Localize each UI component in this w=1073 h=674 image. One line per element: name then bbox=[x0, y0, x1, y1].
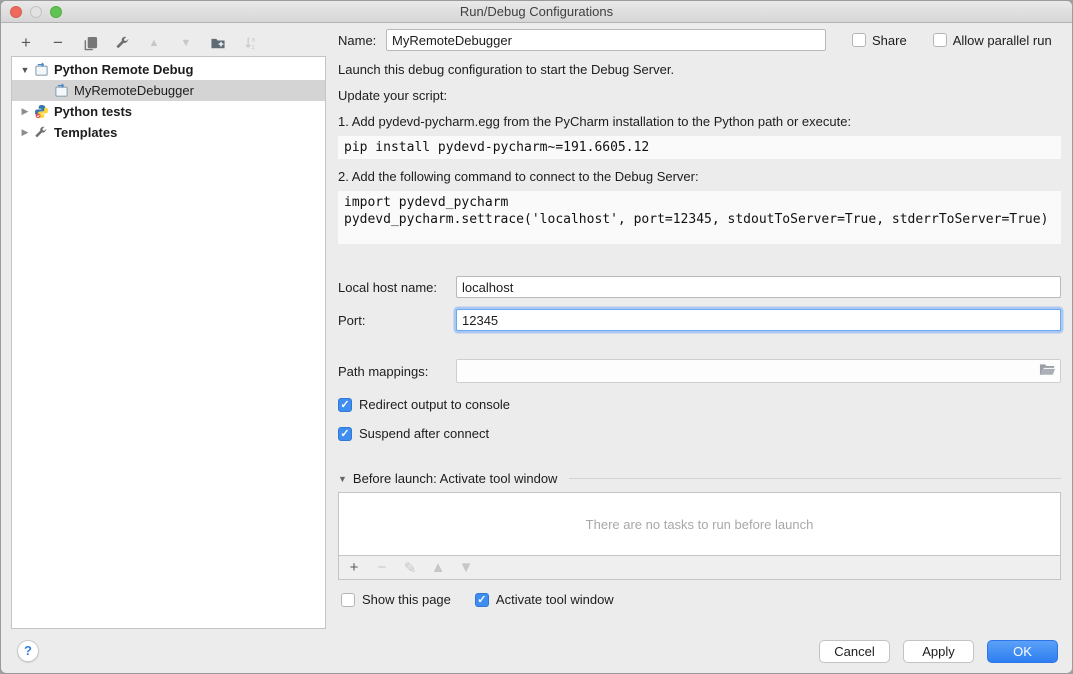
sort-az-icon: az bbox=[243, 35, 258, 51]
python-tests-icon bbox=[34, 104, 50, 120]
edit-templates-button[interactable] bbox=[111, 32, 133, 54]
local-host-name-input[interactable] bbox=[456, 276, 1061, 298]
expand-arrow-icon[interactable]: ▼ bbox=[18, 65, 32, 75]
close-window-button[interactable] bbox=[10, 6, 22, 18]
suspend-after-connect-label: Suspend after connect bbox=[359, 426, 489, 441]
show-this-page-checkbox[interactable]: ✓ bbox=[341, 593, 355, 607]
wrench-icon bbox=[115, 36, 130, 51]
name-label: Name: bbox=[338, 33, 386, 48]
name-input[interactable] bbox=[386, 29, 826, 51]
path-mappings-input[interactable] bbox=[456, 359, 1061, 383]
window-title: Run/Debug Configurations bbox=[1, 1, 1072, 23]
instruction-step2: 2. Add the following command to connect … bbox=[338, 168, 1061, 185]
window-controls bbox=[10, 6, 62, 18]
add-configuration-button[interactable]: + bbox=[15, 32, 37, 54]
redirect-output-label: Redirect output to console bbox=[359, 397, 510, 412]
pip-install-code: pip install pydevd-pycharm~=191.6605.12 bbox=[338, 136, 1061, 159]
suspend-after-connect-checkbox[interactable]: ✓ bbox=[338, 427, 352, 441]
configuration-form: Name: ✓ Share ✓ Allow parallel run Launc… bbox=[338, 29, 1061, 607]
before-launch-title: Before launch: Activate tool window bbox=[353, 471, 558, 486]
path-mappings-label: Path mappings: bbox=[338, 364, 456, 379]
task-list-toolbar: + − ✎ ▲ ▼ bbox=[338, 556, 1061, 580]
copy-configuration-button[interactable] bbox=[79, 32, 101, 54]
tree-item-label: Templates bbox=[54, 125, 117, 140]
share-label: Share bbox=[872, 33, 907, 48]
add-task-button[interactable]: + bbox=[347, 558, 361, 578]
cancel-button[interactable]: Cancel bbox=[819, 640, 890, 663]
tree-item-label: MyRemoteDebugger bbox=[74, 83, 194, 98]
suspend-after-connect-option[interactable]: ✓ Suspend after connect bbox=[338, 426, 1061, 441]
move-task-down-button[interactable]: ▼ bbox=[459, 558, 473, 578]
activate-tool-window-label: Activate tool window bbox=[496, 592, 614, 607]
before-launch-task-list[interactable]: There are no tasks to run before launch bbox=[338, 492, 1061, 556]
svg-text:a: a bbox=[251, 37, 255, 44]
remove-configuration-button[interactable]: − bbox=[47, 32, 69, 54]
remote-debug-config-icon bbox=[34, 62, 50, 78]
redirect-output-checkbox[interactable]: ✓ bbox=[338, 398, 352, 412]
run-debug-configurations-dialog: Run/Debug Configurations + − ▲ ▼ az ▼ Py… bbox=[0, 0, 1073, 674]
configurations-tree: ▼ Python Remote Debug MyRemoteDebugger ▶… bbox=[11, 56, 326, 629]
remove-task-button[interactable]: − bbox=[375, 558, 389, 578]
instruction-intro: Launch this debug configuration to start… bbox=[338, 61, 1061, 78]
share-option[interactable]: ✓ Share bbox=[852, 33, 907, 48]
move-task-up-button[interactable]: ▲ bbox=[431, 558, 445, 578]
allow-parallel-run-checkbox[interactable]: ✓ bbox=[933, 33, 947, 47]
instruction-update: Update your script: bbox=[338, 87, 1061, 104]
empty-tasks-text: There are no tasks to run before launch bbox=[586, 517, 814, 532]
port-label: Port: bbox=[338, 313, 456, 328]
sort-configurations-button[interactable]: az bbox=[239, 32, 261, 54]
configurations-toolbar: + − ▲ ▼ az bbox=[15, 31, 261, 55]
section-divider bbox=[569, 478, 1061, 479]
tree-item-python-tests[interactable]: ▶ Python tests bbox=[12, 101, 325, 122]
port-input[interactable] bbox=[456, 309, 1061, 331]
title-bar: Run/Debug Configurations bbox=[1, 1, 1072, 23]
ok-button[interactable]: OK bbox=[987, 640, 1058, 663]
tree-item-templates[interactable]: ▶ Templates bbox=[12, 122, 325, 143]
copy-icon bbox=[83, 36, 98, 51]
collapse-arrow-icon[interactable]: ▼ bbox=[338, 474, 347, 484]
instruction-step1: 1. Add pydevd-pycharm.egg from the PyCha… bbox=[338, 113, 1061, 130]
expand-arrow-icon[interactable]: ▶ bbox=[18, 106, 32, 117]
minimize-window-button[interactable] bbox=[30, 6, 42, 18]
apply-button[interactable]: Apply bbox=[903, 640, 974, 663]
before-launch-section-header[interactable]: ▼ Before launch: Activate tool window bbox=[338, 471, 1061, 486]
new-folder-button[interactable] bbox=[207, 32, 229, 54]
help-button[interactable]: ? bbox=[17, 640, 39, 662]
open-folder-icon[interactable] bbox=[1039, 363, 1056, 380]
show-this-page-label: Show this page bbox=[362, 592, 451, 607]
new-folder-icon bbox=[210, 36, 226, 51]
tree-item-myremotedebugger[interactable]: MyRemoteDebugger bbox=[12, 80, 325, 101]
move-down-button[interactable]: ▼ bbox=[175, 32, 197, 54]
local-host-name-label: Local host name: bbox=[338, 280, 456, 295]
move-up-button[interactable]: ▲ bbox=[143, 32, 165, 54]
svg-text:z: z bbox=[251, 44, 254, 51]
dialog-buttons: Cancel Apply OK bbox=[819, 640, 1058, 663]
tree-item-label: Python tests bbox=[54, 104, 132, 119]
edit-task-button[interactable]: ✎ bbox=[403, 558, 417, 578]
zoom-window-button[interactable] bbox=[50, 6, 62, 18]
remote-debug-config-icon bbox=[54, 83, 70, 99]
allow-parallel-run-label: Allow parallel run bbox=[953, 33, 1052, 48]
expand-arrow-icon[interactable]: ▶ bbox=[18, 127, 32, 138]
redirect-output-option[interactable]: ✓ Redirect output to console bbox=[338, 397, 1061, 412]
activate-tool-window-checkbox[interactable]: ✓ bbox=[475, 593, 489, 607]
share-checkbox[interactable]: ✓ bbox=[852, 33, 866, 47]
tree-item-python-remote-debug[interactable]: ▼ Python Remote Debug bbox=[12, 59, 325, 80]
settrace-code: import pydevd_pycharm pydevd_pycharm.set… bbox=[338, 191, 1061, 244]
templates-wrench-icon bbox=[34, 125, 50, 141]
tree-item-label: Python Remote Debug bbox=[54, 62, 193, 77]
allow-parallel-run-option[interactable]: ✓ Allow parallel run bbox=[933, 33, 1052, 48]
